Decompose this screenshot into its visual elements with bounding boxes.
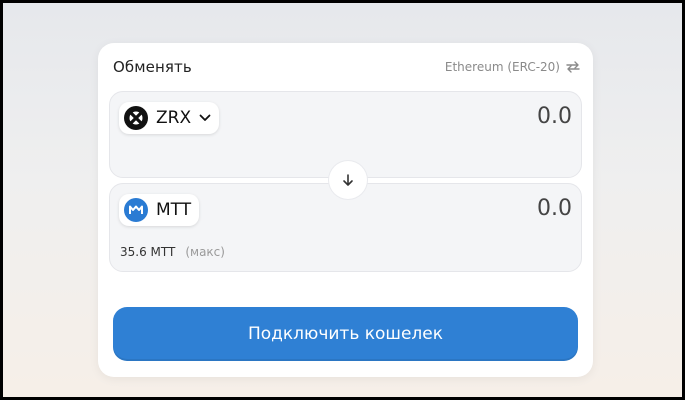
card-header: Обменять Ethereum (ERC-20) [113, 57, 580, 77]
swap-direction-button[interactable] [333, 165, 363, 195]
balance-value: 35.6 MTT [120, 245, 176, 259]
swap-horizontal-icon [566, 61, 580, 73]
network-label: Ethereum (ERC-20) [444, 60, 560, 74]
to-amount-input[interactable] [372, 196, 572, 221]
to-token-symbol: MTT [156, 200, 192, 220]
from-token-symbol: ZRX [156, 108, 192, 128]
zrx-logo-icon [124, 106, 148, 130]
arrow-down-icon [341, 173, 355, 187]
card-title: Обменять [113, 58, 192, 76]
chevron-down-icon [199, 114, 211, 122]
to-token-selector[interactable]: MTT [119, 194, 200, 226]
swap-card: Обменять Ethereum (ERC-20) ZRX 0.0 MTT 0… [98, 43, 593, 377]
connect-wallet-button[interactable]: Подключить кошелек [113, 307, 578, 361]
from-amount-input[interactable] [372, 104, 572, 129]
from-token-selector[interactable]: ZRX [119, 102, 220, 134]
window-frame: Обменять Ethereum (ERC-20) ZRX 0.0 MTT 0… [0, 0, 685, 400]
network-selector[interactable]: Ethereum (ERC-20) [445, 60, 580, 74]
balance-row: 35.6 MTT (макс) [120, 245, 225, 259]
max-button[interactable]: (макс) [185, 245, 225, 259]
to-token-panel: MTT 35.6 MTT (макс) [109, 183, 582, 272]
mtt-logo-icon [124, 198, 148, 222]
